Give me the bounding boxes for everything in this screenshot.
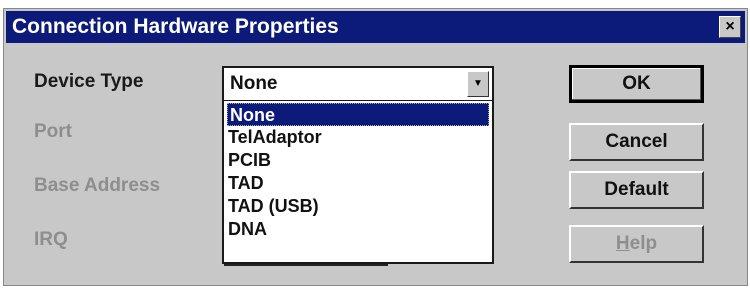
option-teladaptor[interactable]: TelAdaptor bbox=[228, 126, 322, 149]
help-mnemonic: H bbox=[615, 233, 630, 254]
device-type-dropdown-list[interactable]: None TelAdaptor PCIB TAD TAD (USB) DNA bbox=[222, 101, 494, 264]
cancel-button[interactable]: Cancel bbox=[569, 123, 704, 161]
port-label: Port bbox=[34, 121, 72, 142]
option-tad[interactable]: TAD bbox=[228, 172, 264, 195]
window-title: Connection Hardware Properties bbox=[12, 15, 339, 38]
device-type-combobox[interactable]: None ▼ bbox=[222, 66, 494, 102]
device-type-selected-value: None bbox=[230, 73, 278, 94]
title-bar[interactable]: Connection Hardware Properties × bbox=[6, 11, 745, 43]
connection-hardware-properties-dialog: Connection Hardware Properties × Device … bbox=[3, 8, 748, 286]
default-button[interactable]: Default bbox=[569, 171, 704, 209]
help-label-rest: elp bbox=[629, 233, 658, 254]
base-address-label: Base Address bbox=[34, 175, 161, 196]
option-pcib[interactable]: PCIB bbox=[228, 149, 271, 172]
close-button[interactable]: × bbox=[719, 16, 741, 38]
option-tad-usb[interactable]: TAD (USB) bbox=[228, 195, 319, 218]
ok-button[interactable]: OK bbox=[569, 65, 704, 103]
hidden-field-edge bbox=[224, 264, 388, 266]
irq-label: IRQ bbox=[34, 229, 68, 250]
dropdown-arrow-button[interactable]: ▼ bbox=[467, 71, 489, 97]
option-none[interactable]: None bbox=[227, 103, 489, 126]
chevron-down-icon: ▼ bbox=[473, 78, 483, 89]
option-dna[interactable]: DNA bbox=[228, 218, 267, 241]
device-type-label: Device Type bbox=[34, 71, 144, 92]
help-button[interactable]: Help bbox=[569, 225, 704, 263]
close-icon: × bbox=[725, 18, 735, 35]
